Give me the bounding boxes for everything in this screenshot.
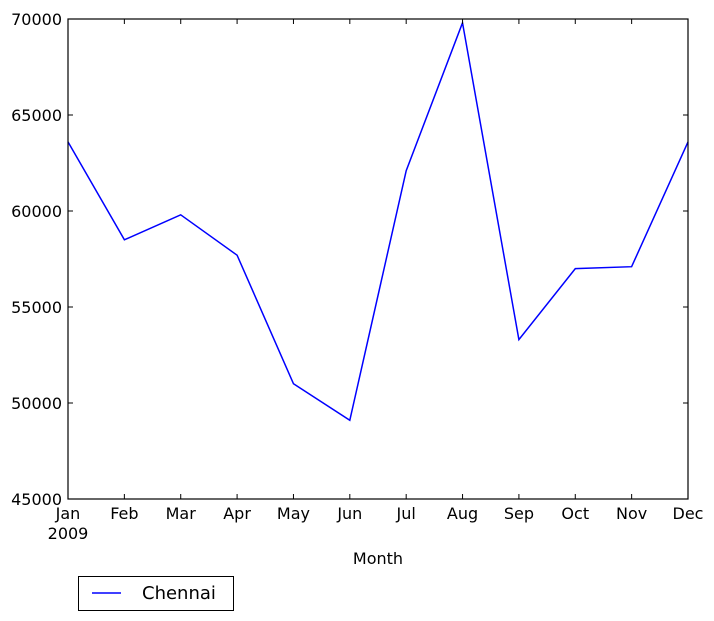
axes-layer: [67, 18, 689, 500]
x-axis-year-label: 2009: [48, 524, 89, 543]
x-tick-label: Nov: [616, 504, 647, 523]
line-chart: 45000 50000 55000 60000 65000 70000 Jan Feb Mar…: [11, 10, 704, 611]
x-tick-label: Jun: [336, 504, 362, 523]
y-tick-label: 65000: [11, 106, 62, 125]
x-tick-label: Apr: [223, 504, 251, 523]
x-tick-label: Feb: [110, 504, 138, 523]
legend: Chennai: [78, 576, 234, 611]
x-tick-label: Dec: [673, 504, 704, 523]
series-line-chennai: [67, 20, 689, 422]
axes-frame: [67, 18, 689, 500]
y-tick-label: 70000: [11, 10, 62, 29]
legend-label: Chennai: [142, 583, 216, 604]
x-axis-label: Month: [353, 549, 403, 568]
x-tick-label: Jul: [396, 504, 416, 523]
y-tick-label: 55000: [11, 298, 62, 317]
y-axis-ticks: 45000 50000 55000 60000 65000 70000: [11, 10, 688, 509]
x-axis-ticks: Jan Feb Mar Apr May Jun Jul Aug Sep Oct Nov Dec: [55, 19, 704, 523]
y-tick-label: 45000: [11, 490, 62, 509]
y-tick-label: 50000: [11, 394, 62, 413]
y-tick-label: 60000: [11, 202, 62, 221]
x-tick-label: May: [277, 504, 310, 523]
x-tick-label: Jan: [55, 504, 81, 523]
x-tick-label: Aug: [447, 504, 478, 523]
series-layer: [67, 20, 689, 422]
x-tick-label: Oct: [561, 504, 589, 523]
x-tick-label: Mar: [166, 504, 197, 523]
x-tick-label: Sep: [504, 504, 534, 523]
